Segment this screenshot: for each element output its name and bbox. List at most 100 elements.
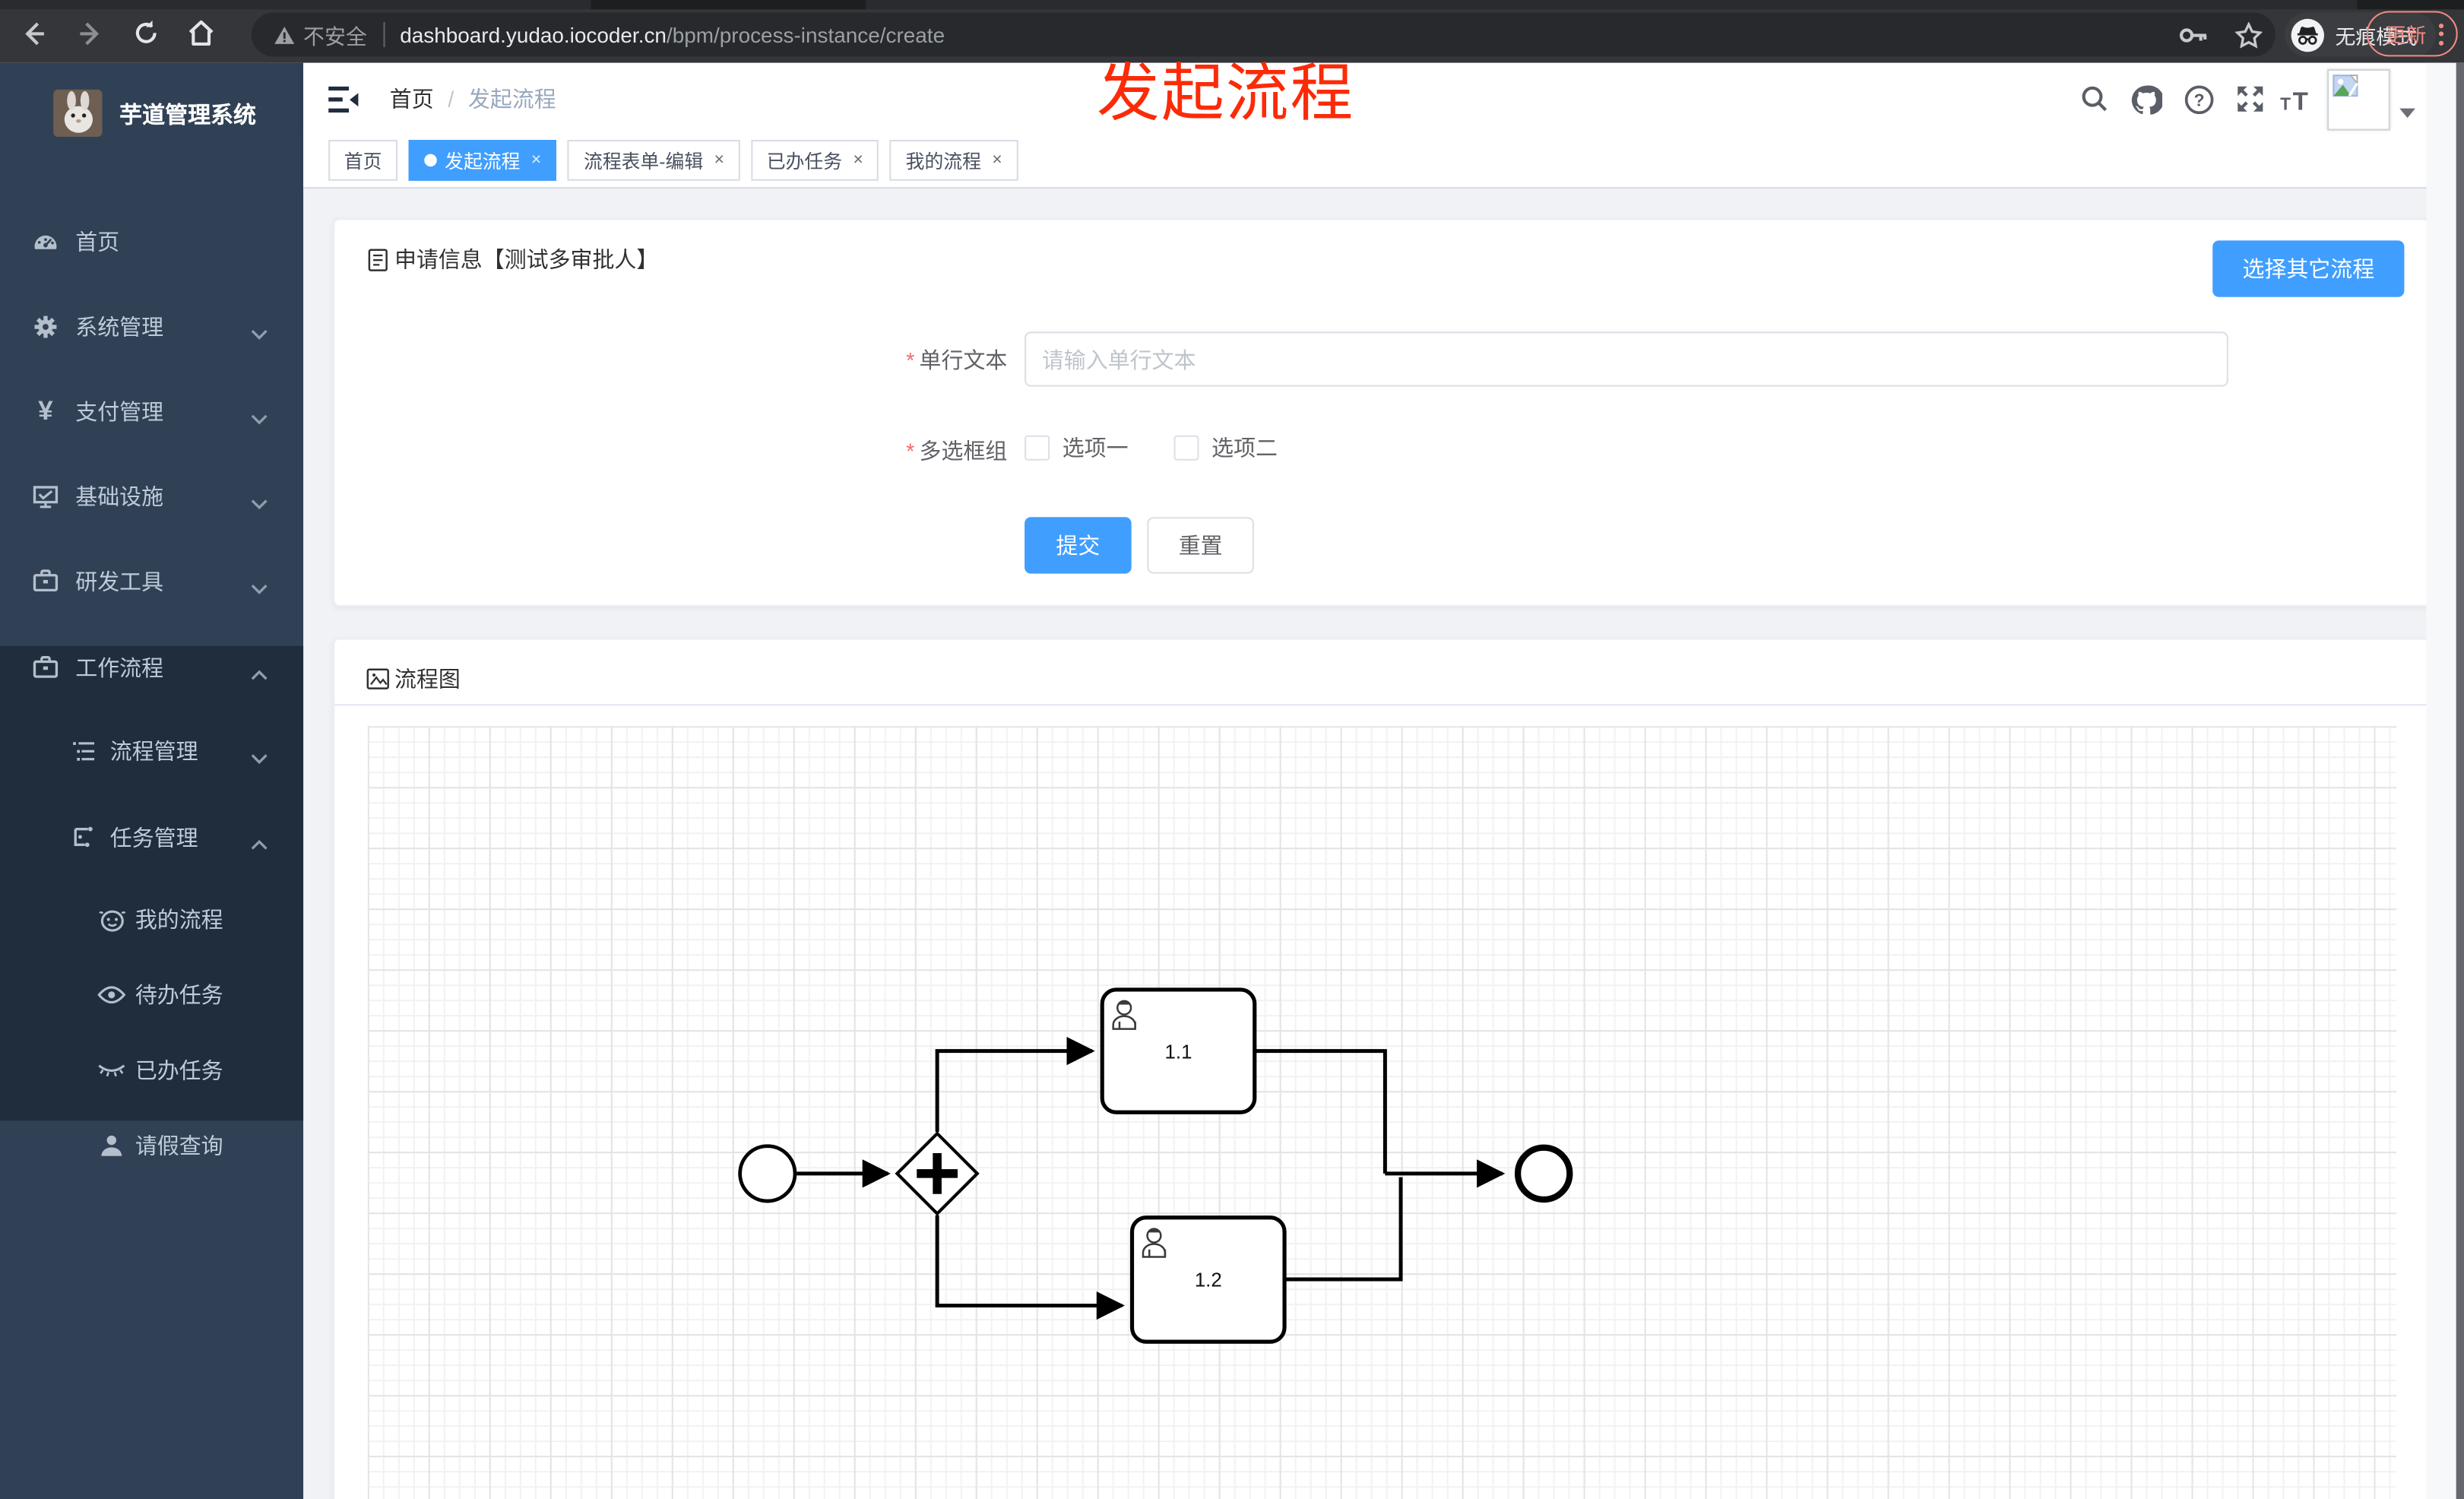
sidebar-item-label: 流程管理: [109, 738, 198, 764]
security-chip[interactable]: 不安全: [274, 19, 367, 50]
sidebar-item-system[interactable]: 系统管理: [0, 284, 303, 369]
close-icon[interactable]: ×: [992, 151, 1002, 170]
checkbox-option-2[interactable]: 选项二: [1173, 433, 1278, 464]
sidebar-item-payment[interactable]: ¥ 支付管理: [0, 369, 303, 455]
svg-text:?: ?: [2193, 90, 2204, 109]
task-label: 1.1: [1164, 1042, 1192, 1063]
chrome-menu-icon[interactable]: [2438, 22, 2444, 45]
yen-icon: ¥: [38, 396, 53, 426]
choose-other-process-button[interactable]: 选择其它流程: [2212, 240, 2405, 297]
avatar-dropdown-caret[interactable]: [2399, 108, 2415, 119]
sidebar-item-todo-tasks[interactable]: 待办任务: [0, 957, 303, 1032]
checkbox-option-1[interactable]: 选项一: [1025, 433, 1129, 464]
warning-icon: [274, 26, 295, 43]
close-icon[interactable]: ×: [854, 151, 863, 170]
person-icon: [97, 1132, 125, 1160]
tab-label: 首页: [344, 150, 382, 173]
breadcrumb: 首页 / 发起流程: [390, 63, 556, 134]
breadcrumb-current: 发起流程: [467, 85, 556, 111]
incognito-icon: [2291, 17, 2324, 52]
tags-view-bar: 首页 发起流程 × 流程表单-编辑 × 已办任务 × 我的流程 ×: [303, 133, 2464, 189]
tab-start-process[interactable]: 发起流程 ×: [408, 140, 557, 181]
checkbox-icon[interactable]: [1025, 435, 1050, 461]
tab-done-tasks[interactable]: 已办任务 ×: [751, 140, 879, 181]
sidebar-logo-row[interactable]: 芋道管理系统: [0, 72, 303, 154]
url-host: dashboard.yudao.iocoder.cn: [400, 22, 667, 46]
tab-label: 流程表单-编辑: [584, 150, 704, 173]
breadcrumb-separator: /: [448, 85, 454, 111]
sidebar-item-leave-query[interactable]: 请假查询: [0, 1108, 303, 1184]
sidebar-item-process-mgmt[interactable]: 流程管理: [0, 708, 303, 794]
svg-text:T: T: [2280, 94, 2291, 112]
sidebar-item-done-tasks[interactable]: 已办任务: [0, 1032, 303, 1108]
bpmn-canvas[interactable]: 1.1 1.2: [366, 726, 2397, 1499]
sidebar-item-label: 我的流程: [135, 907, 223, 933]
face-icon: [97, 905, 125, 933]
browser-tab-edge: [591, 0, 866, 10]
sidebar-item-infrastructure[interactable]: 基础设施: [0, 455, 303, 540]
document-icon: [368, 248, 388, 271]
tab-my-process[interactable]: 我的流程 ×: [890, 140, 1018, 181]
tab-label: 发起流程: [445, 150, 521, 173]
app-logo-avatar: [53, 89, 103, 137]
end-event[interactable]: [1514, 1145, 1572, 1203]
active-tab-dot: [424, 154, 437, 167]
chevron-up-icon: [250, 661, 269, 686]
parallel-gateway[interactable]: [894, 1131, 979, 1217]
sidebar-item-label: 首页: [75, 229, 120, 255]
tab-form-edit[interactable]: 流程表单-编辑 ×: [568, 140, 740, 181]
gear-icon: [31, 312, 59, 341]
eye-open-icon: [97, 981, 126, 1009]
home-icon[interactable]: [185, 17, 217, 49]
app-header: 首页 / 发起流程 ? TT: [303, 62, 2464, 134]
flow-icon: [69, 823, 97, 851]
github-icon[interactable]: [2130, 82, 2164, 116]
submit-button[interactable]: 提交: [1025, 517, 1132, 574]
reload-icon[interactable]: [131, 17, 162, 49]
user-task-1-2[interactable]: 1.2: [1129, 1215, 1286, 1345]
search-icon[interactable]: [2077, 82, 2111, 116]
sidebar-item-label: 待办任务: [135, 982, 223, 1008]
sidebar-item-home[interactable]: 首页: [0, 200, 303, 285]
page-title-annotation: 发起流程: [1097, 59, 1355, 129]
chevron-down-icon: [250, 490, 269, 515]
url-path: /bpm/process-instance/create: [666, 22, 945, 46]
apply-info-title-row: 申请信息【测试多审批人】: [366, 243, 658, 274]
panel-divider: [334, 704, 2428, 706]
close-icon[interactable]: ×: [531, 151, 541, 170]
user-task-1-1[interactable]: 1.1: [1099, 987, 1256, 1115]
bookmark-star-icon[interactable]: [2234, 21, 2263, 48]
user-avatar-broken[interactable]: [2327, 68, 2390, 130]
flow-gateway-to-task2: [934, 1215, 1125, 1320]
chrome-update-button[interactable]: 更新: [2366, 11, 2458, 57]
font-size-icon[interactable]: TT: [2280, 82, 2314, 116]
reset-button[interactable]: 重置: [1147, 517, 1254, 574]
help-icon[interactable]: ?: [2181, 82, 2215, 116]
sidebar-item-my-process[interactable]: 我的流程: [0, 882, 303, 957]
forward-icon[interactable]: [74, 17, 105, 49]
tree-list-icon: [69, 737, 97, 765]
tab-home[interactable]: 首页: [328, 140, 398, 181]
url-text[interactable]: dashboard.yudao.iocoder.cn/bpm/process-i…: [400, 23, 945, 46]
back-icon[interactable]: [17, 17, 49, 49]
breadcrumb-home[interactable]: 首页: [390, 83, 434, 114]
sidebar-collapse-icon[interactable]: [327, 82, 361, 116]
checkbox-group-label: * 多选框组: [906, 438, 1008, 464]
sidebar-item-label: 任务管理: [109, 825, 198, 851]
checkbox-icon[interactable]: [1173, 435, 1199, 461]
sidebar-item-devtools[interactable]: 研发工具: [0, 539, 303, 624]
sidebar-item-workflow[interactable]: 工作流程: [0, 626, 303, 711]
tab-label: 我的流程: [905, 150, 981, 173]
browser-tab-edge: [2357, 0, 2464, 10]
start-event[interactable]: [737, 1144, 797, 1204]
sidebar-item-task-mgmt[interactable]: 任务管理: [0, 795, 303, 880]
fullscreen-icon[interactable]: [2233, 82, 2267, 116]
chevron-down-icon: [250, 405, 269, 430]
close-icon[interactable]: ×: [714, 151, 724, 170]
sidebar-item-label: 请假查询: [135, 1133, 223, 1158]
chevron-up-icon: [250, 832, 269, 857]
security-label: 不安全: [303, 25, 367, 49]
process-diagram-panel: 流程图 1.1 1.2: [333, 638, 2430, 1499]
password-key-icon[interactable]: [2179, 26, 2209, 43]
single-line-text-input[interactable]: [1025, 331, 2228, 387]
